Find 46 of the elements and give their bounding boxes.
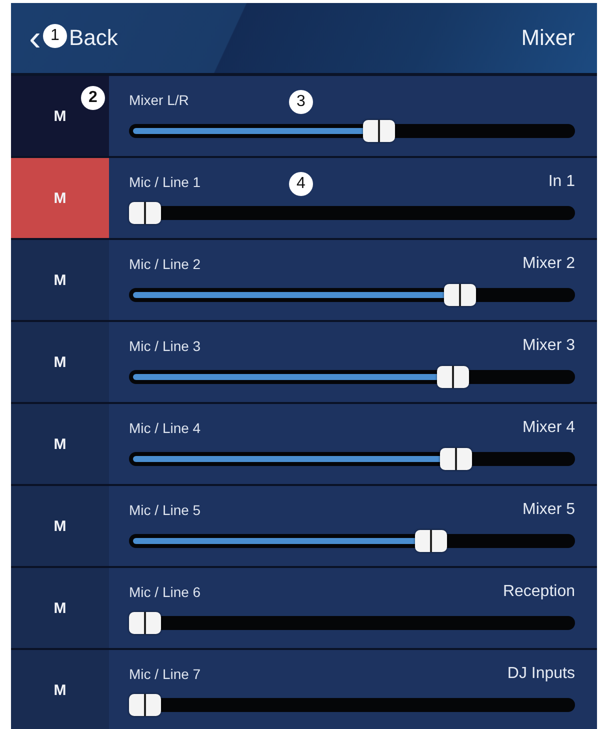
slider[interactable] (129, 120, 575, 142)
slider-thumb[interactable] (362, 120, 395, 142)
channel-name: Mic / Line 1 (129, 174, 201, 190)
output-label: DJ Inputs (507, 665, 575, 683)
output-label: Mixer 2 (522, 255, 575, 273)
slider[interactable] (129, 448, 575, 470)
output-label: Mixer 4 (522, 419, 575, 437)
mute-button[interactable]: M (11, 404, 109, 484)
output-label: Mixer 5 (522, 501, 575, 519)
slider-thumb[interactable] (129, 694, 161, 716)
output-label: Reception (502, 583, 575, 601)
channel-name: Mic / Line 3 (129, 338, 201, 354)
mute-button[interactable]: M 2 (11, 76, 109, 156)
page-title: Mixer (521, 25, 575, 51)
channel-name: Mic / Line 2 (129, 256, 201, 272)
slider-thumb[interactable] (129, 612, 161, 634)
channel-name: Mic / Line 4 (129, 420, 201, 436)
mute-button[interactable]: M (11, 322, 109, 402)
callout-marker: 1 (43, 24, 67, 48)
slider[interactable] (129, 530, 575, 552)
callout-marker: 4 (289, 172, 313, 196)
back-button[interactable]: Back (69, 25, 118, 51)
mute-button[interactable]: M (11, 240, 109, 320)
mute-button[interactable]: M (11, 158, 109, 238)
slider[interactable] (129, 612, 575, 634)
channel-name: Mic / Line 6 (129, 584, 201, 600)
slider-thumb[interactable] (444, 284, 476, 306)
output-label: In 1 (548, 173, 575, 191)
channel-name: Mic / Line 7 (129, 666, 201, 682)
slider-thumb[interactable] (440, 448, 472, 470)
slider-thumb[interactable] (437, 366, 470, 388)
slider[interactable] (129, 202, 575, 224)
slider[interactable] (129, 694, 575, 716)
output-label: Mixer 3 (522, 337, 575, 355)
callout-marker: 3 (289, 90, 313, 114)
mute-button[interactable]: M (11, 650, 109, 729)
slider[interactable] (129, 284, 575, 306)
channel-name: Mic / Line 5 (129, 502, 201, 518)
channel-name: Mixer L/R (129, 92, 189, 108)
back-chevron-icon[interactable]: ‹ (29, 23, 41, 53)
callout-marker: 2 (81, 86, 105, 110)
slider-thumb[interactable] (129, 202, 161, 224)
mute-button[interactable]: M (11, 486, 109, 566)
slider-thumb[interactable] (414, 530, 447, 552)
slider[interactable] (129, 366, 575, 388)
mute-button[interactable]: M (11, 568, 109, 648)
